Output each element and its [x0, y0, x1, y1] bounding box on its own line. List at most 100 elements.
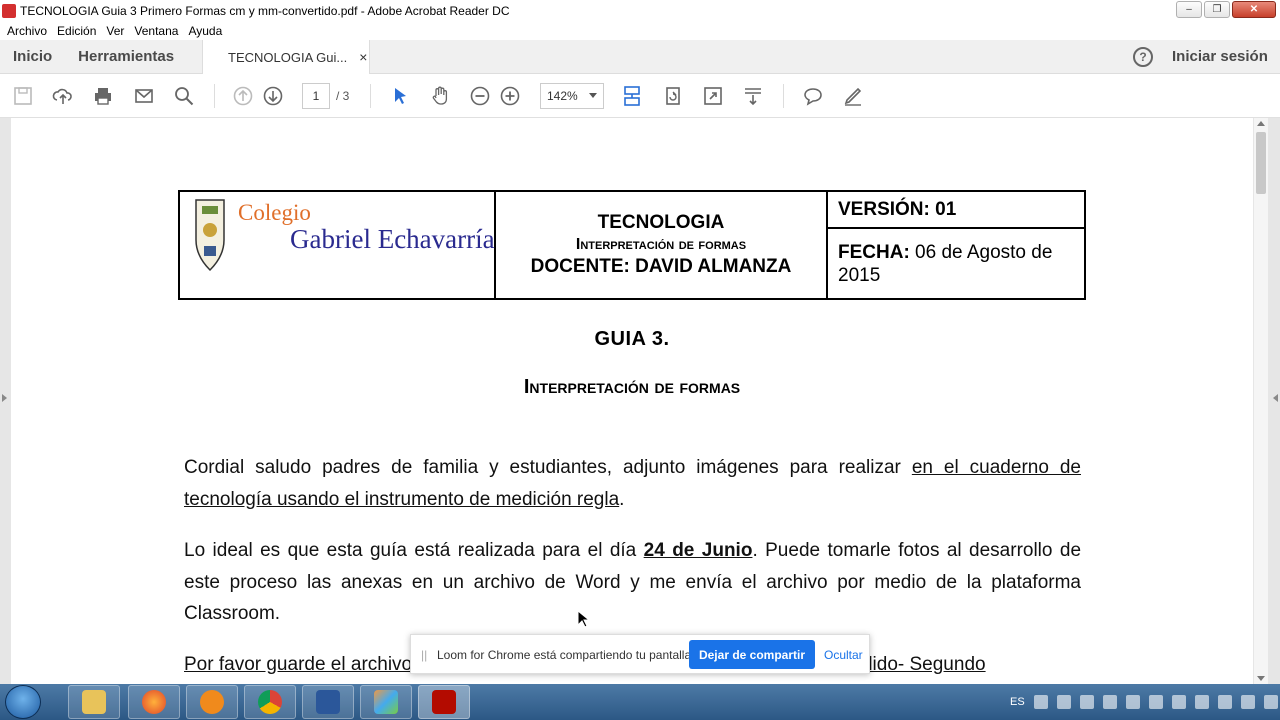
media-player-icon — [200, 690, 224, 714]
help-icon[interactable]: ? — [1133, 47, 1153, 67]
window-title: TECNOLOGIA Guia 3 Primero Formas cm y mm… — [20, 3, 510, 18]
folder-icon — [82, 690, 106, 714]
taskbar-word[interactable] — [302, 685, 354, 719]
tray-app-icon[interactable] — [1171, 695, 1186, 709]
taskbar-explorer[interactable] — [68, 685, 120, 719]
chrome-icon — [258, 690, 282, 714]
system-tray: ES — [1010, 684, 1278, 720]
rotate-page-icon[interactable] — [661, 84, 685, 108]
language-indicator[interactable]: ES — [1010, 696, 1025, 708]
paragraph-instructions: Lo ideal es que esta guía está realizada… — [184, 535, 1081, 630]
document-viewport[interactable]: Colegio Gabriel Echavarría TECNOLOGIA In… — [0, 118, 1280, 684]
menu-archivo[interactable]: Archivo — [7, 24, 47, 38]
read-mode-icon[interactable] — [741, 84, 765, 108]
restore-button[interactable]: ❐ — [1204, 1, 1230, 18]
start-button[interactable] — [5, 685, 41, 719]
taskbar-acrobat[interactable] — [418, 685, 470, 719]
zoom-in-icon[interactable] — [498, 84, 522, 108]
menu-bar: Archivo Edición Ver Ventana Ayuda — [0, 21, 1280, 40]
highlight-pen-icon[interactable] — [841, 84, 865, 108]
comment-icon[interactable] — [801, 84, 825, 108]
tray-app-icon[interactable] — [1102, 695, 1117, 709]
pdf-page: Colegio Gabriel Echavarría TECNOLOGIA In… — [11, 118, 1253, 684]
paragraph-greeting: Cordial saludo padres de familia y estud… — [184, 452, 1081, 515]
school-crest-icon — [195, 199, 225, 272]
save-icon[interactable] — [11, 84, 35, 108]
zoom-value: 142% — [547, 89, 578, 103]
tray-app-icon[interactable] — [1240, 695, 1255, 709]
select-cursor-icon[interactable] — [388, 84, 412, 108]
scrollbar-thumb[interactable] — [1256, 132, 1266, 194]
email-icon[interactable] — [132, 84, 156, 108]
next-page-icon[interactable] — [261, 84, 285, 108]
scroll-mode-icon[interactable] — [620, 84, 644, 108]
document-header-table: Colegio Gabriel Echavarría TECNOLOGIA In… — [178, 190, 1086, 300]
zoom-out-icon[interactable] — [468, 84, 492, 108]
guide-subtitle: Interpretación de formas — [523, 376, 741, 398]
acrobat-tray-icon[interactable] — [1148, 695, 1163, 709]
acrobat-icon — [432, 690, 456, 714]
school-name: Gabriel Echavarría — [290, 224, 495, 254]
fit-page-icon[interactable] — [701, 84, 725, 108]
taskbar-chrome[interactable] — [244, 685, 296, 719]
scroll-down-icon[interactable] — [1257, 676, 1265, 681]
print-icon[interactable] — [91, 84, 115, 108]
teacher-name: DOCENTE: DAVID ALMANZA — [530, 256, 792, 277]
zoom-select[interactable]: 142% — [540, 83, 604, 109]
previous-page-icon[interactable] — [231, 84, 255, 108]
tab-document[interactable]: TECNOLOGIA Gui... × — [202, 40, 370, 74]
date-label: FECHA: — [838, 241, 910, 263]
vertical-scrollbar[interactable] — [1254, 118, 1268, 684]
minimize-button[interactable]: – — [1176, 1, 1202, 18]
school-logo-cell: Colegio Gabriel Echavarría — [178, 190, 496, 300]
hand-tool-icon[interactable] — [428, 84, 452, 108]
menu-ayuda[interactable]: Ayuda — [188, 24, 222, 38]
screen-share-banner: || Loom for Chrome está compartiendo tu … — [410, 634, 870, 674]
tray-app-icon[interactable] — [1056, 695, 1071, 709]
page-total: / 3 — [336, 89, 350, 103]
paint-icon — [374, 690, 398, 714]
scroll-up-icon[interactable] — [1257, 121, 1265, 126]
p2-text: Lo ideal es que esta guía está realizada… — [184, 540, 644, 561]
page-number-input[interactable]: 1 — [302, 83, 330, 109]
date-cell: FECHA: 06 de Agosto de 2015 — [826, 227, 1086, 300]
tray-app-icon[interactable] — [1125, 695, 1140, 709]
chevron-down-icon — [589, 93, 597, 98]
volume-icon[interactable] — [1263, 695, 1278, 709]
menu-edicion[interactable]: Edición — [57, 24, 96, 38]
tab-bar: Inicio Herramientas TECNOLOGIA Gui... × … — [0, 40, 1280, 74]
colegio-label: Colegio — [238, 200, 311, 225]
taskbar-paint[interactable] — [360, 685, 412, 719]
taskbar-media-player[interactable] — [186, 685, 238, 719]
network-icon[interactable] — [1079, 695, 1094, 709]
mouse-cursor-icon — [577, 610, 589, 628]
p1-text: Cordial saludo padres de familia y estud… — [184, 457, 912, 478]
search-icon[interactable] — [172, 84, 196, 108]
drag-handle-icon[interactable]: || — [421, 648, 427, 662]
upload-cloud-icon[interactable] — [51, 84, 75, 108]
menu-ventana[interactable]: Ventana — [134, 24, 178, 38]
signin-link[interactable]: Iniciar sesión — [1172, 48, 1268, 65]
share-message: Loom for Chrome está compartiendo tu pan… — [437, 648, 695, 662]
left-panel-toggle-icon[interactable] — [2, 394, 7, 402]
tab-inicio[interactable]: Inicio — [0, 48, 65, 65]
word-icon — [316, 690, 340, 714]
p1-end: . — [619, 488, 625, 510]
subject-topic: Interpretación de formas — [575, 236, 747, 253]
stop-sharing-button[interactable]: Dejar de compartir — [689, 640, 815, 669]
acrobat-app-icon — [2, 3, 16, 18]
action-center-icon[interactable] — [1194, 695, 1209, 709]
tray-app-icon[interactable] — [1033, 695, 1048, 709]
taskbar-firefox[interactable] — [128, 685, 180, 719]
subject-title: TECNOLOGIA — [597, 212, 725, 233]
hide-banner-link[interactable]: Ocultar — [824, 648, 863, 662]
close-window-button[interactable]: ✕ — [1232, 1, 1276, 18]
version-cell: VERSIÓN: 01 — [826, 190, 1086, 229]
menu-ver[interactable]: Ver — [106, 24, 124, 38]
toolbar: 1 / 3 142% — [0, 74, 1280, 118]
right-panel-toggle-icon[interactable] — [1273, 394, 1278, 402]
close-tab-icon[interactable]: × — [359, 49, 367, 65]
document-tab-label: TECNOLOGIA Gui... — [228, 49, 348, 65]
tab-herramientas[interactable]: Herramientas — [65, 48, 187, 65]
tray-app-icon[interactable] — [1217, 695, 1232, 709]
